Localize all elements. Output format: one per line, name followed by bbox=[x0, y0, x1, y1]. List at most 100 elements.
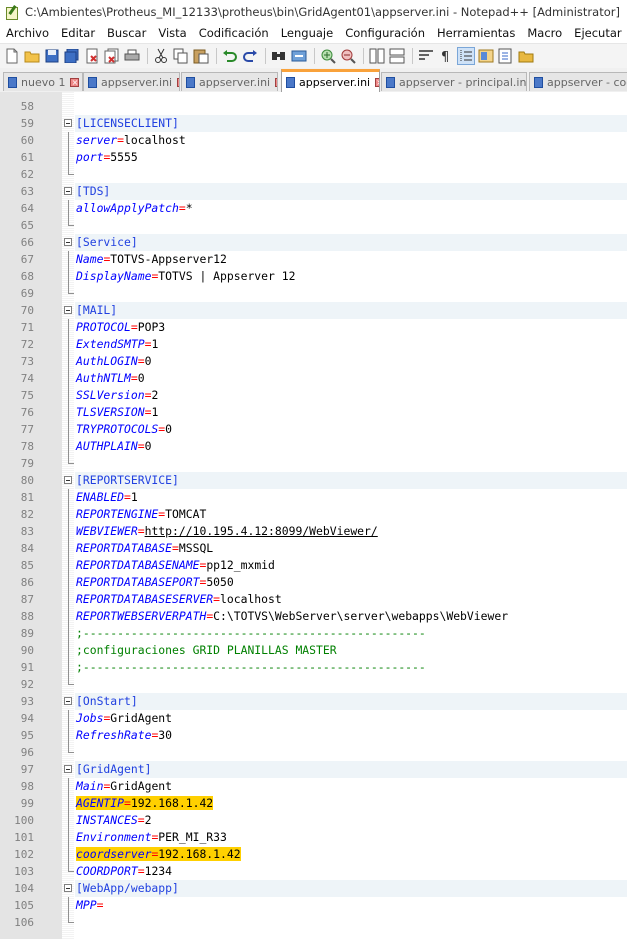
highlighted-entry: AGENTIP=192.168.1.42 bbox=[76, 796, 214, 810]
ini-value: PER_MI_R33 bbox=[158, 830, 227, 844]
ini-entry: REPORTENGINE=TOMCAT bbox=[76, 506, 206, 523]
code-line: 89 ;-------------------------------------… bbox=[0, 625, 627, 642]
entry-text: TRYPROTOCOLS=0 bbox=[76, 422, 172, 436]
indent-guide-icon[interactable] bbox=[457, 47, 475, 65]
entry-text: Environment=PER_MI_R33 bbox=[76, 830, 227, 844]
menu-item[interactable]: Codificación bbox=[193, 26, 275, 40]
menu-item[interactable]: Buscar bbox=[101, 26, 152, 40]
fold-toggle-icon[interactable] bbox=[64, 238, 72, 246]
tab[interactable]: appserver.ini × bbox=[281, 69, 380, 92]
line-number: 62 bbox=[20, 168, 34, 181]
tab[interactable]: appserver.ini × bbox=[83, 72, 180, 91]
fold-line bbox=[68, 319, 69, 336]
entry-text: REPORTDATABASE=MSSQL bbox=[76, 541, 213, 555]
line-number: 71 bbox=[20, 321, 34, 334]
word-wrap-icon[interactable] bbox=[417, 47, 435, 65]
ini-key: WEBVIEWER bbox=[76, 524, 138, 538]
fold-toggle-icon[interactable] bbox=[64, 476, 72, 484]
paste-icon[interactable] bbox=[192, 47, 210, 65]
fold-line bbox=[68, 591, 69, 608]
tab[interactable]: appserver - principal.ini× bbox=[381, 72, 527, 91]
entry-text: allowApplyPatch=* bbox=[76, 201, 193, 215]
tab[interactable]: appserver - coor bbox=[529, 72, 627, 91]
toolbar-separator bbox=[363, 48, 364, 64]
fold-line bbox=[68, 897, 69, 914]
new-file-icon[interactable] bbox=[3, 47, 21, 65]
tab-close-icon[interactable]: × bbox=[375, 77, 379, 87]
function-list-icon[interactable] bbox=[497, 47, 515, 65]
line-number: 73 bbox=[20, 355, 34, 368]
ini-key: Jobs bbox=[76, 711, 104, 725]
code-line: 71 PROTOCOL=POP3 bbox=[0, 319, 627, 336]
fold-toggle-icon[interactable] bbox=[64, 306, 72, 314]
code-line: 92 bbox=[0, 676, 627, 693]
save-all-icon[interactable] bbox=[63, 47, 81, 65]
menu-item[interactable]: Configuración bbox=[339, 26, 431, 40]
open-file-icon[interactable] bbox=[23, 47, 41, 65]
zoom-out-icon[interactable] bbox=[339, 47, 357, 65]
ini-value: 0 bbox=[144, 439, 152, 453]
editor[interactable]: 58 59 [LICENSECLIENT] 60 server=localhost 61 p… bbox=[0, 92, 627, 939]
ini-key: MPP bbox=[76, 898, 97, 912]
tab[interactable]: appserver.ini × bbox=[181, 72, 278, 91]
code-line: 69 bbox=[0, 285, 627, 302]
ini-value[interactable]: http://10.195.4.12:8099/WebViewer/ bbox=[145, 524, 378, 538]
ini-entry: COORDPORT=1234 bbox=[76, 863, 172, 880]
ini-entry: Main=GridAgent bbox=[76, 778, 172, 795]
print-icon[interactable] bbox=[123, 47, 141, 65]
ini-key: Name bbox=[76, 252, 104, 266]
fold-line bbox=[68, 557, 69, 574]
menu-item[interactable]: Herramientas bbox=[431, 26, 521, 40]
tab-close-icon[interactable]: × bbox=[177, 77, 179, 87]
menu-item[interactable]: Macro bbox=[521, 26, 568, 40]
undo-icon[interactable] bbox=[221, 47, 239, 65]
code-line: 106 bbox=[0, 914, 627, 931]
tab[interactable]: nuevo 1 × bbox=[3, 72, 83, 91]
tab-close-icon[interactable]: × bbox=[70, 77, 80, 87]
sync-horizontal-icon[interactable] bbox=[388, 47, 406, 65]
ini-key: REPORTDATABASE bbox=[76, 541, 173, 555]
fold-line bbox=[68, 353, 69, 370]
find-icon[interactable] bbox=[270, 47, 288, 65]
copy-icon[interactable] bbox=[172, 47, 190, 65]
fold-toggle-icon[interactable] bbox=[64, 187, 72, 195]
ini-entry: Name=TOTVS-Appserver12 bbox=[76, 251, 227, 268]
menu-item[interactable]: Archivo bbox=[0, 26, 55, 40]
fold-toggle-icon[interactable] bbox=[64, 119, 72, 127]
menu-item[interactable]: Ejecutar bbox=[568, 26, 627, 40]
line-number: 74 bbox=[20, 372, 34, 385]
save-icon[interactable] bbox=[43, 47, 61, 65]
line-number: 85 bbox=[20, 559, 34, 572]
show-all-chars-icon[interactable]: ¶ bbox=[437, 47, 455, 65]
fold-toggle-icon[interactable] bbox=[64, 697, 72, 705]
ini-entry: coordserver=192.168.1.42 bbox=[76, 846, 241, 863]
fold-line bbox=[68, 523, 69, 540]
line-number: 70 bbox=[20, 304, 34, 317]
menu-item[interactable]: Vista bbox=[152, 26, 192, 40]
zoom-in-icon[interactable] bbox=[319, 47, 337, 65]
ini-key: Environment bbox=[76, 830, 152, 844]
fold-toggle-icon[interactable] bbox=[64, 765, 72, 773]
folder-workspace-icon[interactable] bbox=[517, 47, 535, 65]
fold-line bbox=[68, 829, 69, 846]
menu-item[interactable]: Lenguaje bbox=[275, 26, 339, 40]
fold-toggle-icon[interactable] bbox=[64, 884, 72, 892]
equals-sign: = bbox=[213, 592, 221, 606]
replace-icon[interactable] bbox=[290, 47, 308, 65]
equals-sign: = bbox=[96, 898, 104, 912]
ini-value: 1234 bbox=[144, 864, 173, 878]
doc-map-icon[interactable] bbox=[477, 47, 495, 65]
sync-vertical-icon[interactable] bbox=[368, 47, 386, 65]
tab-close-icon[interactable]: × bbox=[275, 77, 277, 87]
cut-icon[interactable] bbox=[152, 47, 170, 65]
entry-text: COORDPORT=1234 bbox=[76, 864, 172, 878]
redo-icon[interactable] bbox=[241, 47, 259, 65]
close-icon[interactable] bbox=[83, 47, 101, 65]
line-number: 87 bbox=[20, 593, 34, 606]
close-all-icon[interactable] bbox=[103, 47, 121, 65]
entry-text: ENABLED=1 bbox=[76, 490, 138, 504]
toolbar-separator bbox=[314, 48, 315, 64]
menu-item[interactable]: Editar bbox=[55, 26, 101, 40]
line-number: 82 bbox=[20, 508, 34, 521]
code-line: 91 ;-------------------------------------… bbox=[0, 659, 627, 676]
